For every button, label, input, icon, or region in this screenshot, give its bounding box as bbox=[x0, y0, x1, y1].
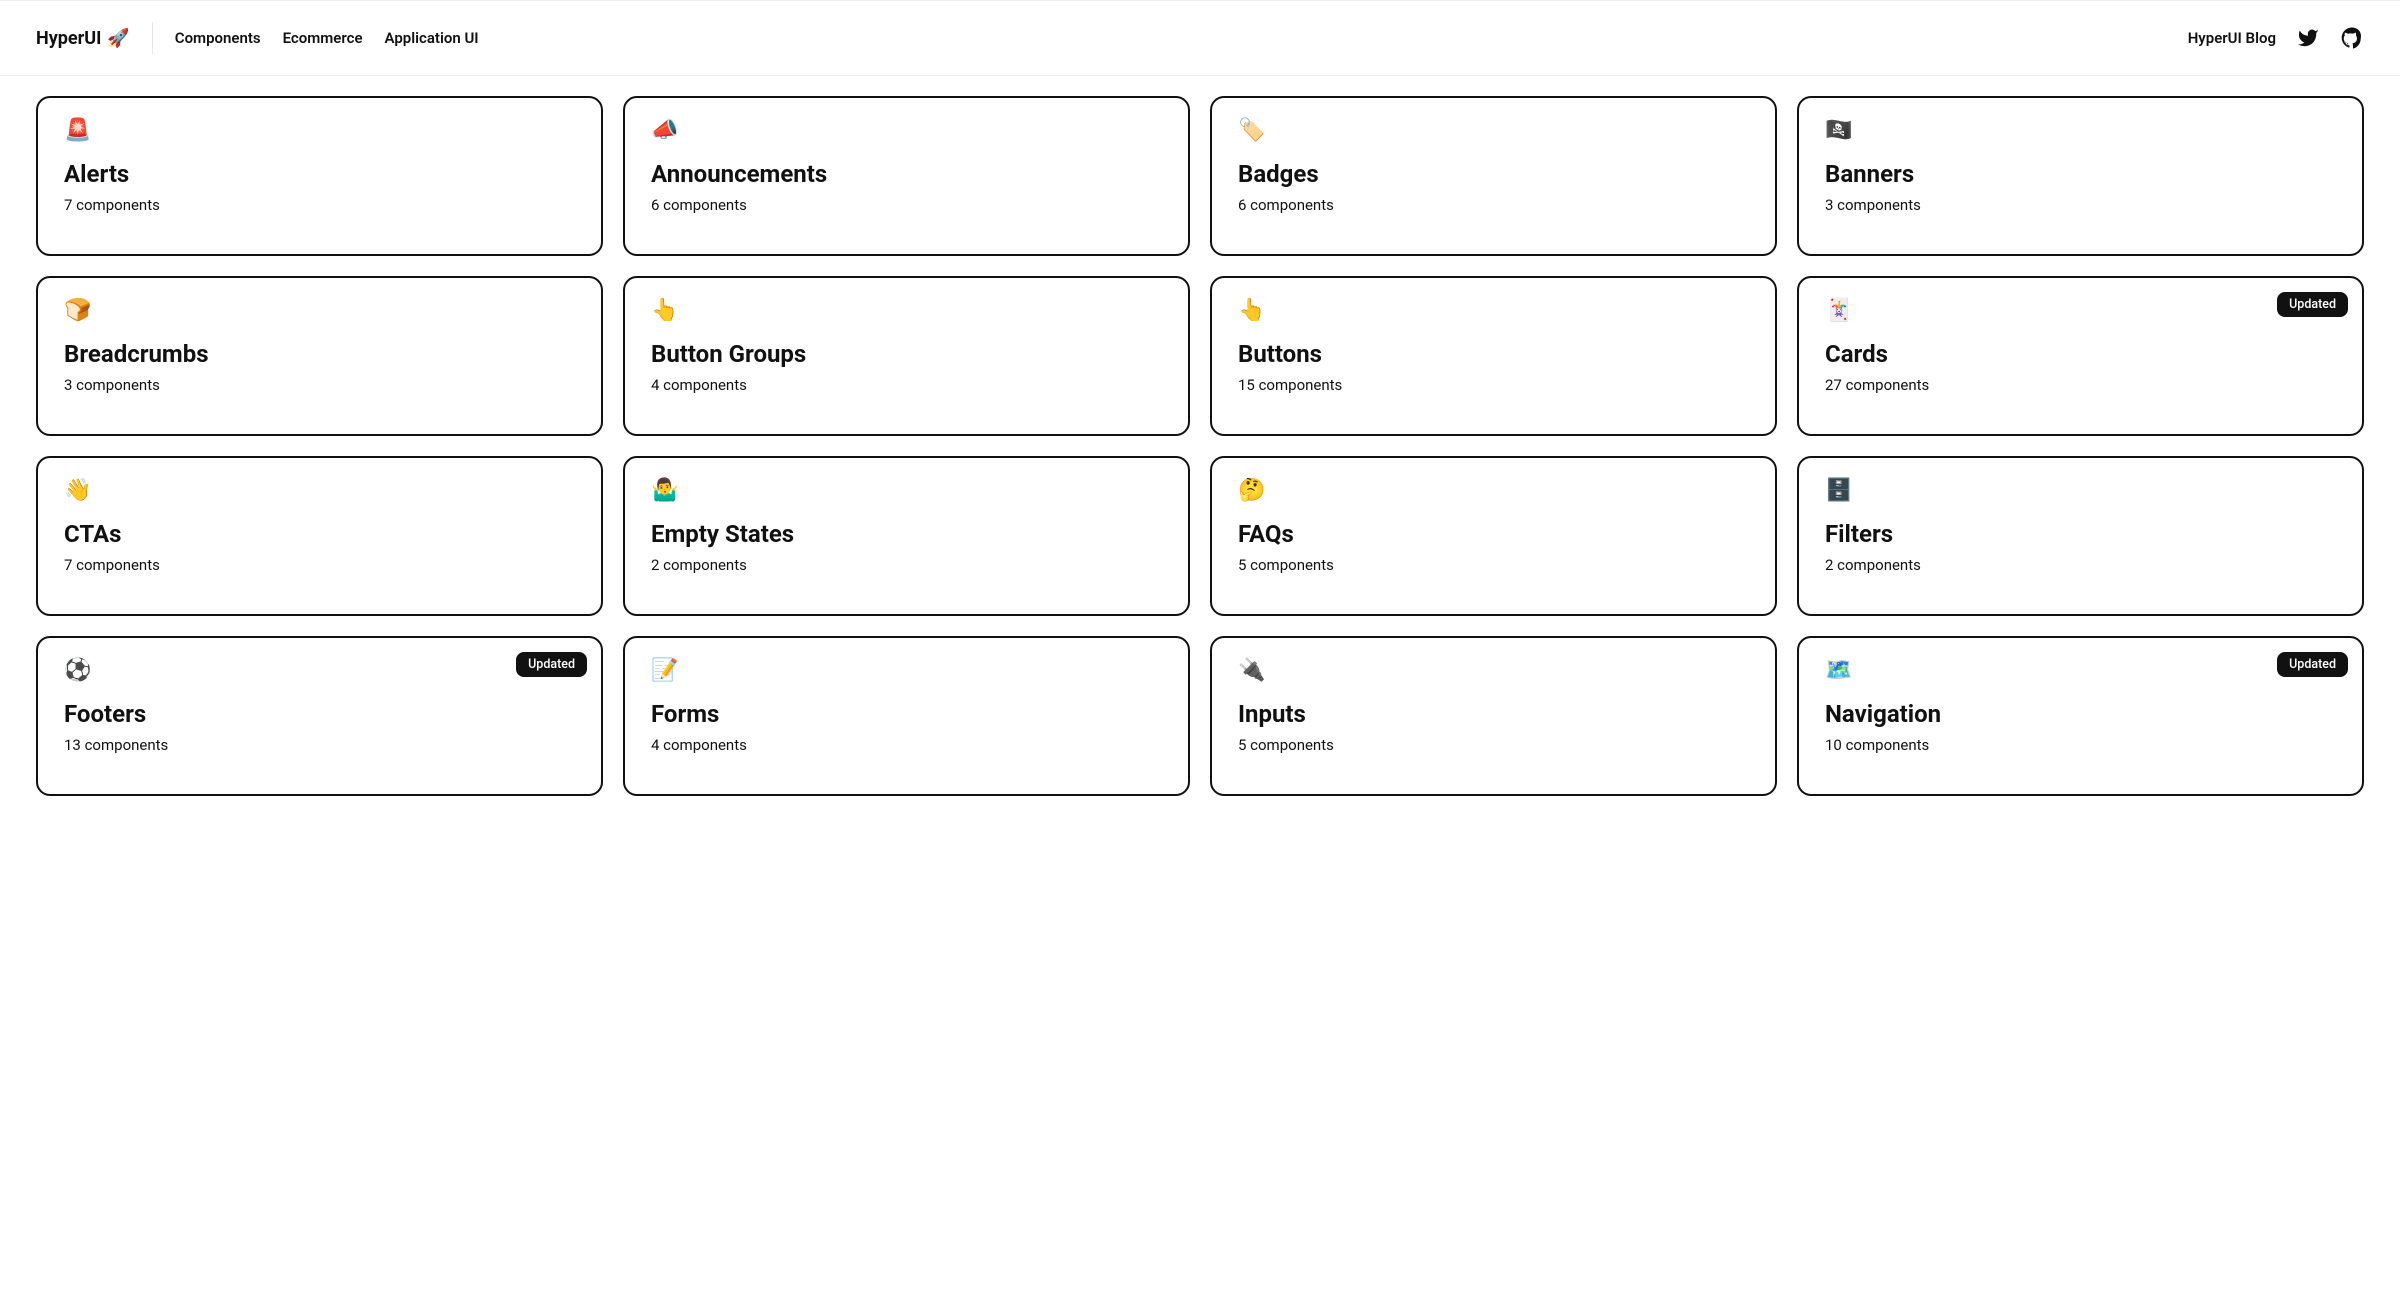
card-title: Inputs bbox=[1238, 700, 1749, 728]
brand-name: HyperUI bbox=[36, 28, 101, 49]
card-count: 10 components bbox=[1825, 736, 2336, 754]
main-content: 🚨 Alerts 7 components 📣 Announcements 6 compo… bbox=[0, 76, 2400, 836]
card-count: 5 components bbox=[1238, 736, 1749, 754]
card-emoji-icon: 🤷‍♂️ bbox=[651, 480, 1162, 502]
card-count: 2 components bbox=[651, 556, 1162, 574]
card-emoji-icon: 🏴‍☠️ bbox=[1825, 120, 2336, 142]
card-title: Announcements bbox=[651, 160, 1162, 188]
card-emoji-icon: 📣 bbox=[651, 120, 1162, 142]
card-count: 6 components bbox=[651, 196, 1162, 214]
component-card[interactable]: 📣 Announcements 6 components bbox=[623, 96, 1190, 256]
card-count: 4 components bbox=[651, 376, 1162, 394]
card-title: Buttons bbox=[1238, 340, 1749, 368]
card-title: Button Groups bbox=[651, 340, 1162, 368]
card-emoji-icon: 🔌 bbox=[1238, 660, 1749, 682]
primary-nav: Components Ecommerce Application UI bbox=[175, 29, 479, 47]
component-card[interactable]: Updated🗺️ Navigation 10 components bbox=[1797, 636, 2364, 796]
component-card[interactable]: 🔌 Inputs 5 components bbox=[1210, 636, 1777, 796]
component-card[interactable]: 👆 Button Groups 4 components bbox=[623, 276, 1190, 436]
card-emoji-icon: 👋 bbox=[64, 480, 575, 502]
component-card[interactable]: Updated⚽ Footers 13 components bbox=[36, 636, 603, 796]
card-count: 3 components bbox=[1825, 196, 2336, 214]
card-emoji-icon: 👆 bbox=[651, 300, 1162, 322]
card-count: 7 components bbox=[64, 196, 575, 214]
card-emoji-icon: 🗺️ bbox=[1825, 660, 2336, 682]
card-title: Navigation bbox=[1825, 700, 2336, 728]
component-card[interactable]: 📝 Forms 4 components bbox=[623, 636, 1190, 796]
component-card[interactable]: 🤔 FAQs 5 components bbox=[1210, 456, 1777, 616]
card-count: 3 components bbox=[64, 376, 575, 394]
card-title: Badges bbox=[1238, 160, 1749, 188]
twitter-icon[interactable] bbox=[2296, 26, 2320, 50]
card-count: 7 components bbox=[64, 556, 575, 574]
updated-badge: Updated bbox=[2277, 292, 2348, 317]
component-card[interactable]: 👋 CTAs 7 components bbox=[36, 456, 603, 616]
component-card[interactable]: 🗄️ Filters 2 components bbox=[1797, 456, 2364, 616]
component-card[interactable]: Updated🃏 Cards 27 components bbox=[1797, 276, 2364, 436]
brand-link[interactable]: HyperUI 🚀 bbox=[36, 28, 130, 49]
card-count: 5 components bbox=[1238, 556, 1749, 574]
updated-badge: Updated bbox=[516, 652, 587, 677]
card-count: 6 components bbox=[1238, 196, 1749, 214]
card-emoji-icon: 🤔 bbox=[1238, 480, 1749, 502]
component-card[interactable]: 👆 Buttons 15 components bbox=[1210, 276, 1777, 436]
nav-application-ui[interactable]: Application UI bbox=[385, 29, 479, 47]
card-emoji-icon: 🗄️ bbox=[1825, 480, 2336, 502]
card-emoji-icon: 🃏 bbox=[1825, 300, 2336, 322]
card-title: Filters bbox=[1825, 520, 2336, 548]
card-count: 4 components bbox=[651, 736, 1162, 754]
card-emoji-icon: 🏷️ bbox=[1238, 120, 1749, 142]
card-emoji-icon: 📝 bbox=[651, 660, 1162, 682]
component-card[interactable]: 🤷‍♂️ Empty States 2 components bbox=[623, 456, 1190, 616]
component-card[interactable]: 🚨 Alerts 7 components bbox=[36, 96, 603, 256]
card-count: 15 components bbox=[1238, 376, 1749, 394]
card-count: 2 components bbox=[1825, 556, 2336, 574]
card-emoji-icon: 🍞 bbox=[64, 300, 575, 322]
blog-link[interactable]: HyperUI Blog bbox=[2188, 29, 2276, 47]
card-title: Cards bbox=[1825, 340, 2336, 368]
card-count: 13 components bbox=[64, 736, 575, 754]
updated-badge: Updated bbox=[2277, 652, 2348, 677]
card-title: FAQs bbox=[1238, 520, 1749, 548]
card-title: Breadcrumbs bbox=[64, 340, 575, 368]
nav-components[interactable]: Components bbox=[175, 29, 261, 47]
component-card[interactable]: 🍞 Breadcrumbs 3 components bbox=[36, 276, 603, 436]
component-card[interactable]: 🏷️ Badges 6 components bbox=[1210, 96, 1777, 256]
rocket-icon: 🚀 bbox=[107, 28, 129, 49]
card-title: Forms bbox=[651, 700, 1162, 728]
card-emoji-icon: 🚨 bbox=[64, 120, 575, 142]
github-icon[interactable] bbox=[2340, 26, 2364, 50]
card-emoji-icon: 👆 bbox=[1238, 300, 1749, 322]
card-title: Alerts bbox=[64, 160, 575, 188]
card-title: Banners bbox=[1825, 160, 2336, 188]
card-title: CTAs bbox=[64, 520, 575, 548]
nav-ecommerce[interactable]: Ecommerce bbox=[283, 29, 363, 47]
vertical-divider bbox=[152, 22, 153, 54]
card-count: 27 components bbox=[1825, 376, 2336, 394]
card-title: Footers bbox=[64, 700, 575, 728]
top-bar: HyperUI 🚀 Components Ecommerce Applicati… bbox=[0, 0, 2400, 76]
card-title: Empty States bbox=[651, 520, 1162, 548]
right-links: HyperUI Blog bbox=[2188, 26, 2364, 50]
components-grid: 🚨 Alerts 7 components 📣 Announcements 6 compo… bbox=[36, 96, 2364, 796]
card-emoji-icon: ⚽ bbox=[64, 660, 575, 682]
component-card[interactable]: 🏴‍☠️ Banners 3 components bbox=[1797, 96, 2364, 256]
